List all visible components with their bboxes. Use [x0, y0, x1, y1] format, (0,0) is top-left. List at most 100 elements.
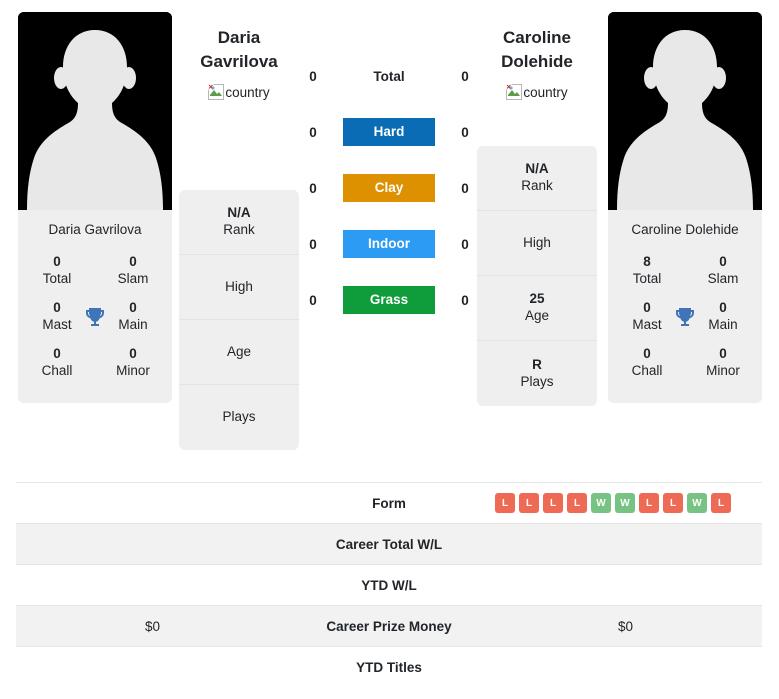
cell-label: YTD W/L: [361, 577, 417, 593]
cell-label: YTD Titles: [356, 659, 422, 675]
info-label: Rank: [223, 222, 255, 237]
stat-label: Total: [632, 271, 662, 287]
info-cell-plays: Plays: [179, 385, 299, 450]
surface-left-value: 0: [309, 68, 317, 84]
info-label: Age: [524, 308, 550, 323]
surface-row-grass: 0 Grass 0: [300, 286, 478, 314]
stat-value: 0: [129, 345, 137, 361]
info-label: High: [523, 234, 551, 250]
surface-row-clay: 0 Clay 0: [300, 174, 478, 202]
stat-slam: 0 Slam: [104, 254, 162, 288]
form-chip-w[interactable]: W: [615, 493, 635, 513]
stat-value: 0: [53, 254, 61, 270]
titles-grid: 8 Total 0 Slam 0 Mast 0 Main 0 Chall 0 M…: [608, 248, 762, 404]
avatar: [18, 12, 172, 210]
cell-left: [16, 565, 289, 606]
player-identity-right: Caroline Dolehide country: [477, 0, 597, 101]
stat-label: Mast: [632, 316, 662, 332]
stat-main: 0 Main: [104, 300, 162, 334]
cell-label: Career Prize Money: [289, 605, 489, 647]
surface-row-hard: 0 Hard 0: [300, 118, 478, 146]
stat-value: 0: [643, 345, 651, 361]
info-cell-high: High: [179, 255, 299, 320]
form-strip: LLLLWWLLWL: [489, 493, 762, 513]
form-chip-l[interactable]: L: [543, 493, 563, 513]
info-label: Plays: [222, 409, 256, 425]
info-value: R: [532, 356, 542, 372]
form-chip-l[interactable]: L: [495, 493, 515, 513]
trophy-icon: [673, 305, 697, 329]
cell-right: [489, 565, 762, 606]
stat-label: Chall: [41, 362, 73, 378]
comparison-stats-table: Form LLLLWWLLWL Career Total W/L YTD W/L…: [16, 482, 762, 688]
titles-grid: 0 Total 0 Slam 0 Mast 0 Main 0 Chall 0 M…: [18, 248, 172, 404]
trophy-icon: [83, 305, 107, 329]
table-row: Form LLLLWWLLWL: [16, 482, 762, 524]
avatar: [608, 12, 762, 210]
cell-label: Career Total W/L: [289, 523, 489, 565]
info-cell-rank: N/A Rank: [179, 190, 299, 255]
form-chip-l[interactable]: L: [639, 493, 659, 513]
form-chip-l[interactable]: L: [519, 493, 539, 513]
broken-image-icon: [208, 84, 225, 101]
stat-main: 0 Main: [694, 300, 752, 334]
player-identity-left: Daria Gavrilova country: [179, 0, 299, 101]
cell-right: $0: [489, 605, 762, 647]
country-alt-text: country: [225, 84, 270, 100]
surface-right-value: 0: [461, 236, 469, 252]
surface-badge-hard[interactable]: Hard: [343, 118, 435, 146]
info-cell-rank: N/A Rank: [477, 146, 597, 211]
titles-row: 0 Total 0 Slam: [24, 248, 166, 294]
stat-label: Chall: [631, 362, 663, 378]
stat-value: 0: [129, 299, 137, 315]
info-value: N/A: [227, 205, 251, 221]
info-cell-plays: R Plays: [477, 341, 597, 406]
stat-value: 0: [719, 254, 727, 270]
player-comparison-panel: Daria Gavrilova 0 Total 0 Slam 0 Mast 0 …: [0, 0, 779, 480]
stat-total: 0 Total: [28, 254, 86, 288]
broken-image-icon: [506, 84, 523, 101]
table-row: YTD W/L: [16, 564, 762, 606]
stats-table-body: Form LLLLWWLLWL Career Total W/L YTD W/L…: [16, 482, 762, 688]
stat-value: 0: [53, 299, 61, 315]
stat-total: 8 Total: [618, 254, 676, 288]
titles-row: 0 Chall 0 Minor: [614, 340, 756, 386]
form-chip-w[interactable]: W: [687, 493, 707, 513]
cell-left: $0: [16, 605, 289, 647]
form-chip-l[interactable]: L: [567, 493, 587, 513]
person-silhouette-icon: [608, 12, 762, 210]
stat-minor: 0 Minor: [694, 346, 752, 380]
surface-row-total: 0 Total 0: [300, 62, 478, 90]
surface-label: Total: [373, 68, 405, 84]
stat-label: Mast: [42, 316, 72, 332]
stat-value: 8: [643, 254, 651, 270]
surface-right-value: 0: [461, 124, 469, 140]
stat-mast: 0 Mast: [618, 300, 676, 334]
form-chip-l[interactable]: L: [711, 493, 731, 513]
stat-label: Slam: [117, 271, 149, 287]
info-value: 25: [529, 291, 545, 307]
form-chip-w[interactable]: W: [591, 493, 611, 513]
surface-badge-indoor[interactable]: Indoor: [343, 230, 435, 258]
cell-right: [489, 647, 762, 688]
titles-row: 8 Total 0 Slam: [614, 248, 756, 294]
player-photo-caption: Daria Gavrilova: [18, 210, 172, 249]
player-photo-card-left: Daria Gavrilova 0 Total 0 Slam 0 Mast 0 …: [18, 12, 172, 404]
cell-label: Form: [372, 495, 406, 511]
info-label: High: [225, 278, 253, 294]
page-title: Caroline Dolehide: [501, 28, 573, 72]
surface-badge-clay[interactable]: Clay: [343, 174, 435, 202]
player-photo-card-right: Caroline Dolehide 8 Total 0 Slam 0 Mast: [608, 12, 762, 404]
stat-label: Main: [118, 316, 148, 332]
surface-row-indoor: 0 Indoor 0: [300, 230, 478, 258]
stat-value: 0: [53, 345, 61, 361]
player-info-card-left: N/A Rank High Age Plays: [179, 190, 299, 450]
cell-left: [16, 647, 289, 688]
stat-label: Total: [42, 271, 72, 287]
form-chip-l[interactable]: L: [663, 493, 683, 513]
surface-left-value: 0: [309, 124, 317, 140]
stat-chall: 0 Chall: [618, 346, 676, 380]
surface-right-value: 0: [461, 180, 469, 196]
stat-value: 0: [719, 299, 727, 315]
surface-badge-grass[interactable]: Grass: [343, 286, 435, 314]
